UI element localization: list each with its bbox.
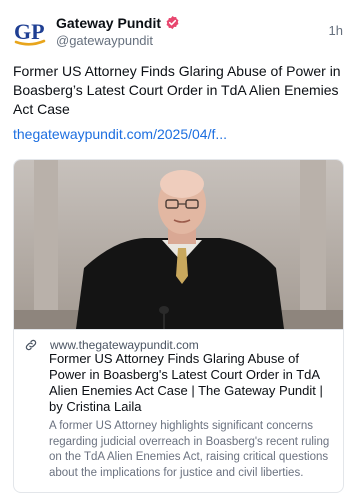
card-title[interactable]: Former US Attorney Finds Glaring Abuse o… bbox=[49, 351, 339, 415]
author-name[interactable]: Gateway Pundit bbox=[56, 15, 161, 31]
author-handle[interactable]: @gatewaypundit bbox=[56, 33, 180, 48]
card-meta: www.thegatewaypundit.com Former US Attor… bbox=[14, 329, 343, 492]
card-thumbnail[interactable] bbox=[14, 160, 343, 329]
post-text: Former US Attorney Finds Glaring Abuse o… bbox=[13, 63, 341, 117]
card-domain: www.thegatewaypundit.com bbox=[50, 338, 199, 352]
link-preview-card[interactable]: www.thegatewaypundit.com Former US Attor… bbox=[13, 159, 344, 493]
verified-badge-icon bbox=[165, 15, 180, 30]
post-link[interactable]: thegatewaypundit.com/2025/04/f... bbox=[13, 126, 227, 142]
link-chain-icon bbox=[24, 338, 38, 352]
post[interactable]: GP Gateway Pundit @gatewaypundit 1h Form… bbox=[0, 0, 357, 500]
post-timestamp[interactable]: 1h bbox=[329, 23, 343, 38]
avatar[interactable]: GP bbox=[13, 14, 47, 48]
card-description: A former US Attorney highlights signific… bbox=[49, 420, 330, 479]
avatar-logo-text: GP bbox=[14, 19, 45, 44]
author-info: Gateway Pundit @gatewaypundit bbox=[56, 14, 180, 48]
